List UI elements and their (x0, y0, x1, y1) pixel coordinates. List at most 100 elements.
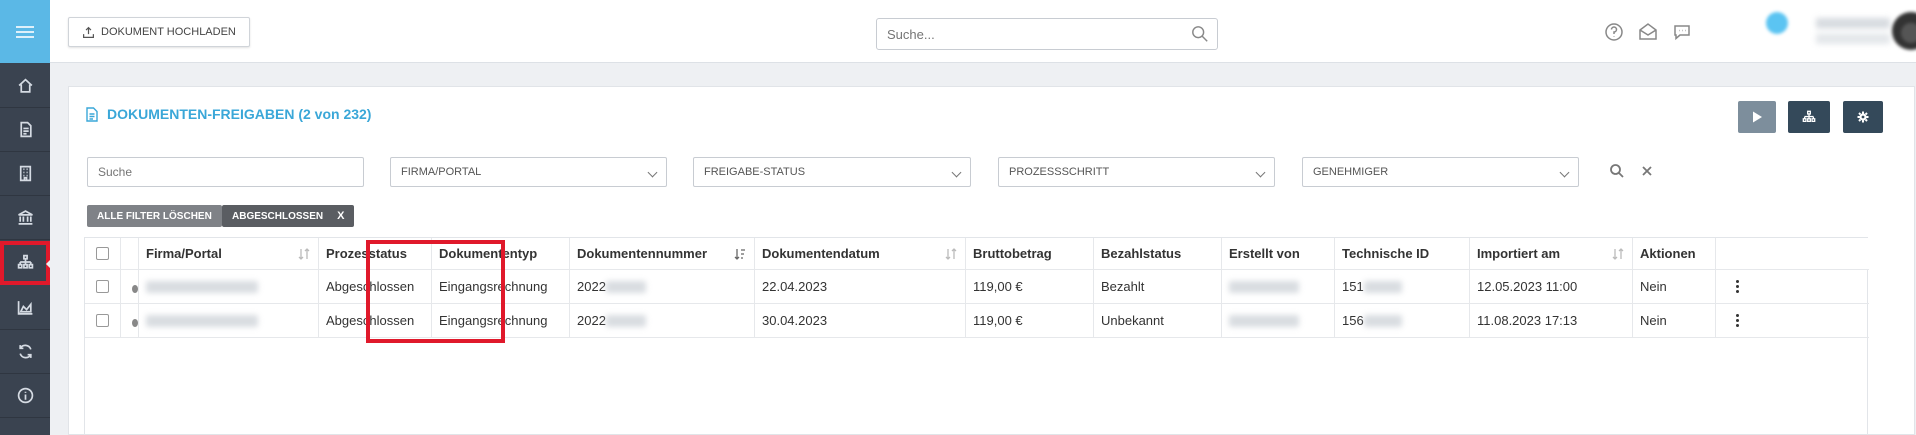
row-checkbox[interactable] (96, 280, 109, 293)
redacted-value (146, 280, 258, 293)
column-header-bruttobetrag[interactable]: Bruttobetrag (966, 238, 1094, 269)
sort-icon[interactable] (298, 247, 310, 261)
column-header-dokumententyp[interactable]: Dokumententyp (432, 238, 570, 269)
row-checkbox[interactable] (96, 314, 109, 327)
refresh-icon (18, 344, 32, 359)
sidebar-item-sync[interactable] (0, 330, 50, 374)
cell-technische-id: 151 (1335, 270, 1470, 303)
column-label: Prozesstatus (326, 246, 407, 261)
cell-dokumententyp: Eingangsrechnung (432, 304, 570, 337)
clear-all-filters-label: ALLE FILTER LÖSCHEN (97, 210, 212, 222)
cell-firma (139, 304, 319, 337)
filter-prozessschritt[interactable]: PROZESSSCHRITT (998, 157, 1275, 187)
cell-prozesstatus: Abgeschlossen (319, 304, 432, 337)
info-icon (17, 387, 33, 404)
cell-dokumententyp: Eingangsrechnung (432, 270, 570, 303)
filter-genehmiger-label: GENEHMIGER (1313, 166, 1389, 178)
column-header-prozesstatus[interactable]: Prozesstatus (319, 238, 432, 269)
column-label: Bruttobetrag (973, 246, 1052, 261)
cell-bezahlstatus: Unbekannt (1094, 304, 1222, 337)
bank-icon (17, 210, 33, 225)
filter-genehmiger[interactable]: GENEHMIGER (1302, 157, 1579, 187)
cell-erstellt-von (1222, 270, 1335, 303)
column-header-firma[interactable]: Firma/Portal (139, 238, 319, 269)
active-filter-label: ABGESCHLOSSEN (232, 210, 324, 222)
mail-button[interactable] (1638, 22, 1658, 42)
table-row[interactable]: Abgeschlossen Eingangsrechnung 2022 22.0… (85, 270, 1869, 304)
menu-toggle-button[interactable] (0, 0, 50, 63)
sort-icon[interactable] (1612, 247, 1624, 261)
column-label: Technische ID (1342, 246, 1430, 261)
column-header-dokumentennummer[interactable]: Dokumentennummer (570, 238, 755, 269)
cell-bezahlstatus: Bezahlt (1094, 270, 1222, 303)
help-button[interactable] (1604, 22, 1624, 42)
sidebar-item-bank[interactable] (0, 196, 50, 240)
building-icon (19, 165, 31, 182)
column-header-technische-id[interactable]: Technische ID (1335, 238, 1470, 269)
search-icon (1610, 164, 1624, 178)
table-row[interactable]: Abgeschlossen Eingangsrechnung 2022 30.0… (85, 304, 1869, 338)
cell-importiert-am: 12.05.2023 11:00 (1470, 270, 1633, 303)
status-dot-header (121, 238, 139, 269)
filter-clear-button[interactable] (1639, 163, 1655, 179)
column-header-erstellt-von[interactable]: Erstellt von (1222, 238, 1335, 269)
envelope-open-icon (1639, 23, 1657, 40)
sort-icon[interactable] (945, 247, 957, 261)
chat-button[interactable] (1672, 22, 1692, 42)
column-header-importiert-am[interactable]: Importiert am (1470, 238, 1633, 269)
sidebar-item-home[interactable] (0, 64, 50, 108)
cell-text: 2022 (577, 313, 606, 328)
avatar[interactable] (1892, 12, 1916, 50)
settings-button[interactable] (1843, 101, 1883, 133)
document-icon (86, 106, 98, 122)
cell-dokumentennummer: 2022 (570, 270, 755, 303)
column-label: Dokumentendatum (762, 246, 880, 261)
filter-firma-portal[interactable]: FIRMA/PORTAL (390, 157, 667, 187)
row-select-cell (85, 270, 121, 303)
cell-text: 156 (1342, 313, 1364, 328)
filter-search-input[interactable] (88, 158, 363, 186)
sidebar-item-companies[interactable] (0, 152, 50, 196)
clear-all-filters-button[interactable]: ALLE FILTER LÖSCHEN (87, 205, 222, 227)
row-status-cell (121, 304, 139, 337)
run-button[interactable] (1738, 101, 1776, 133)
cell-text: 151 (1342, 279, 1364, 294)
cell-importiert-am: 11.08.2023 17:13 (1470, 304, 1633, 337)
search-icon[interactable] (1191, 25, 1209, 43)
column-label: Dokumententyp (439, 246, 538, 261)
top-bar: DOKUMENT HOCHLADEN (50, 0, 1916, 63)
header-filler (1716, 238, 1869, 269)
close-icon (1642, 166, 1652, 176)
cell-erstellt-von (1222, 304, 1335, 337)
column-label: Importiert am (1477, 246, 1561, 261)
notification-badge[interactable] (1766, 12, 1788, 34)
column-label: Firma/Portal (146, 246, 222, 261)
sidebar-item-info[interactable] (0, 374, 50, 418)
workflow-button[interactable] (1788, 101, 1830, 133)
global-search-input[interactable] (877, 19, 1177, 49)
filter-search-button[interactable] (1609, 163, 1625, 179)
question-circle-icon (1605, 23, 1623, 41)
upload-document-button[interactable]: DOKUMENT HOCHLADEN (68, 17, 250, 47)
user-name[interactable] (1816, 18, 1890, 44)
column-label: Erstellt von (1229, 246, 1300, 261)
global-search (876, 18, 1218, 50)
remove-filter-button[interactable]: X (337, 210, 344, 222)
more-vertical-icon[interactable] (1736, 280, 1739, 293)
sidebar-item-reports[interactable] (0, 286, 50, 330)
upload-icon (83, 26, 94, 38)
more-vertical-icon[interactable] (1736, 314, 1739, 327)
sidebar-item-documents[interactable] (0, 108, 50, 152)
select-all-checkbox[interactable] (96, 247, 109, 260)
sort-icon[interactable] (734, 247, 746, 261)
filter-freigabe-status[interactable]: FREIGABE-STATUS (693, 157, 971, 187)
gear-icon (1857, 111, 1869, 123)
cell-aktionen: Nein (1633, 304, 1716, 337)
active-filter-tag: ABGESCHLOSSEN X (222, 205, 355, 227)
sidebar-item-approvals[interactable] (0, 241, 51, 285)
sitemap-icon (17, 254, 33, 269)
cell-prozesstatus: Abgeschlossen (319, 270, 432, 303)
column-header-bezahlstatus[interactable]: Bezahlstatus (1094, 238, 1222, 269)
column-header-dokumentendatum[interactable]: Dokumentendatum (755, 238, 966, 269)
chevron-down-icon (951, 167, 962, 178)
